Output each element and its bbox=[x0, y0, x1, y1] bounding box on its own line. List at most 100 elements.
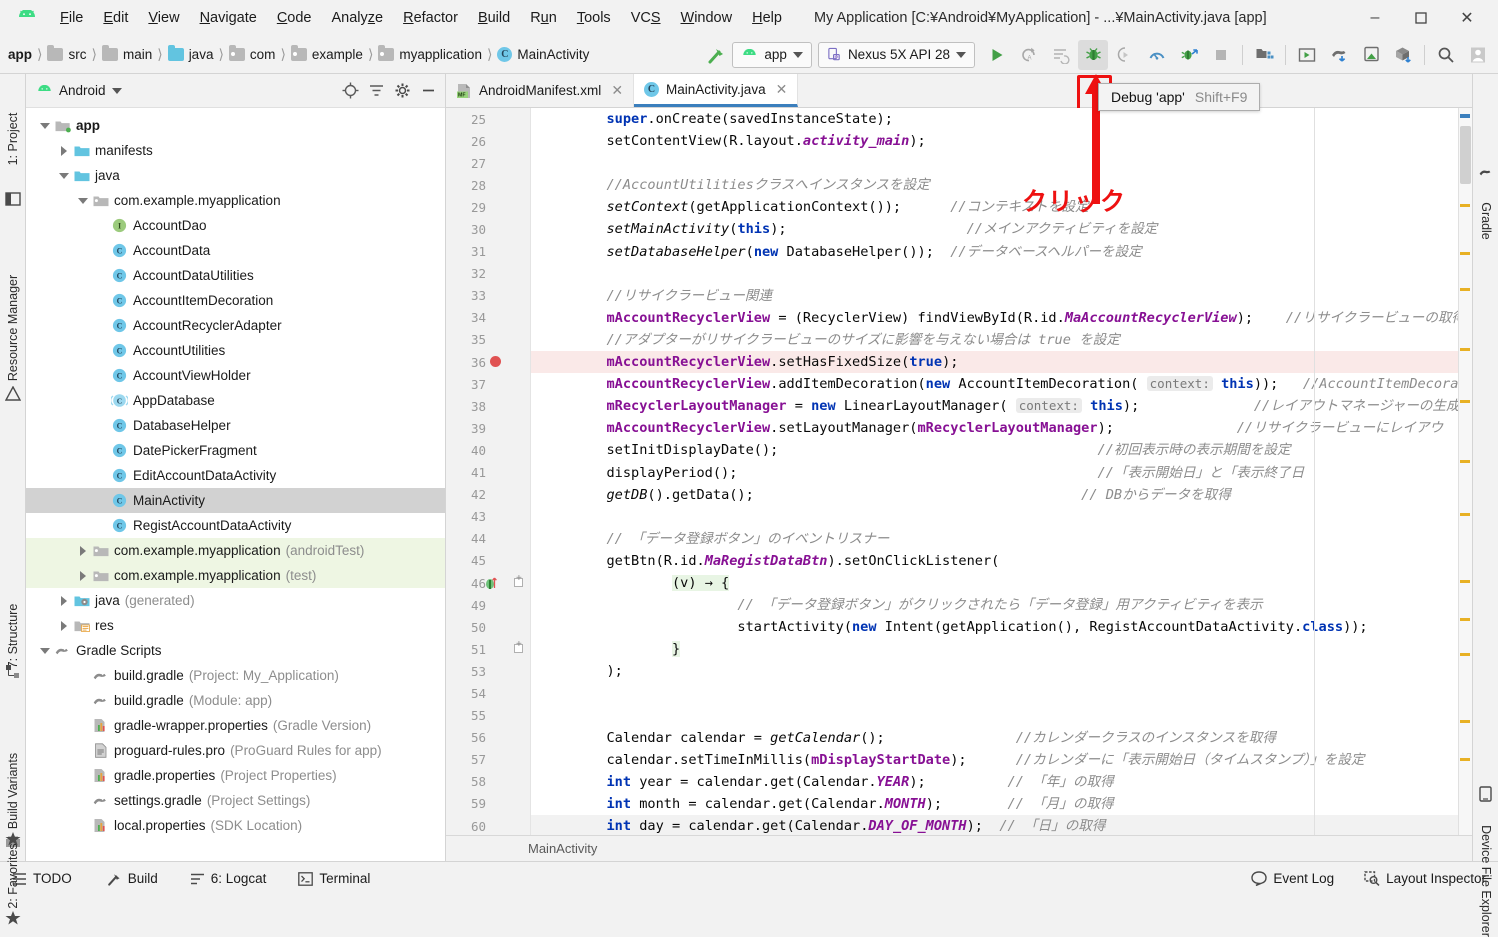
error-stripe-markers[interactable] bbox=[1458, 108, 1472, 835]
tree-item-databasehelper[interactable]: C DatabaseHelper bbox=[26, 413, 445, 438]
code-editor[interactable]: 25 26 27 28 29 30 31 32 33 34 35 36 37 38 39 40 41 42 43 44… bbox=[446, 108, 1472, 835]
tree-item-proguard-rules-pro[interactable]: proguard-rules.pro (ProGuard Rules for ap… bbox=[26, 738, 445, 763]
code-content[interactable]: super.onCreate(savedInstanceState); setC… bbox=[530, 108, 1458, 835]
gutter-line[interactable]: 55 bbox=[446, 705, 530, 727]
tree-item-gradle-properties[interactable]: gradle.properties (Project Properties) bbox=[26, 763, 445, 788]
code-fold-toggle[interactable] bbox=[514, 574, 523, 587]
gutter-line[interactable]: 35 bbox=[446, 329, 530, 351]
breadcrumb[interactable]: app ⟩ src ⟩ main ⟩ java ⟩ com ⟩ example … bbox=[0, 45, 589, 63]
hide-panel-button[interactable] bbox=[417, 80, 439, 102]
maximize-button[interactable] bbox=[1398, 0, 1444, 36]
gutter-line[interactable]: 27 bbox=[446, 152, 530, 174]
menu-item-vcs[interactable]: VCS bbox=[621, 7, 671, 29]
tree-item-manifests[interactable]: manifests bbox=[26, 138, 445, 163]
sdk-manager-button[interactable] bbox=[1249, 40, 1279, 70]
search-everywhere-button[interactable] bbox=[1431, 40, 1461, 70]
code-line[interactable]: startActivity(new Intent(getApplication(… bbox=[531, 616, 1458, 638]
status-terminal[interactable]: Terminal bbox=[298, 871, 370, 886]
chevron-right-icon[interactable] bbox=[57, 144, 71, 158]
code-line[interactable]: int month = calendar.get(Calendar.MONTH)… bbox=[531, 793, 1458, 815]
code-line[interactable]: // 「データ登録ボタン」のイベントリスナー bbox=[531, 528, 1458, 550]
project-view-selector[interactable]: Android bbox=[36, 83, 122, 98]
favorites-star-icon-bottom[interactable] bbox=[5, 831, 21, 847]
gutter-line[interactable]: 54 bbox=[446, 682, 530, 704]
tool-window-structure[interactable]: 7: Structure bbox=[6, 604, 20, 669]
tab-mainactivity-java[interactable]: C MainActivity.java ✕ bbox=[634, 74, 799, 107]
code-line[interactable]: int year = calendar.get(Calendar.YEAR); … bbox=[531, 771, 1458, 793]
code-line[interactable]: setContext(getApplicationContext()); //コ… bbox=[531, 196, 1458, 218]
menu-item-view[interactable]: View bbox=[138, 7, 189, 29]
gutter-line[interactable]: 41 bbox=[446, 462, 530, 484]
lambda-marker-icon[interactable] bbox=[485, 576, 498, 591]
code-line[interactable]: displayPeriod(); //「表示開始日」と「表示終了日 bbox=[531, 462, 1458, 484]
chevron-right-icon[interactable] bbox=[76, 569, 90, 583]
gutter-line[interactable]: 34 bbox=[446, 307, 530, 329]
breadcrumb-item-java[interactable]: java ⟩ bbox=[167, 45, 229, 63]
code-line[interactable] bbox=[531, 152, 1458, 174]
code-line[interactable]: //アダプターがリサイクラービューのサイズに影響を与えない場合は true を設… bbox=[531, 329, 1458, 351]
minimize-button[interactable]: – bbox=[1352, 0, 1398, 36]
menu-item-code[interactable]: Code bbox=[267, 7, 322, 29]
gutter-line[interactable]: 44 bbox=[446, 528, 530, 550]
code-line[interactable]: mAccountRecyclerView.addItemDecoration(n… bbox=[531, 373, 1458, 395]
status-logcat[interactable]: 6: Logcat bbox=[190, 871, 266, 886]
stop-debug-button[interactable] bbox=[1174, 40, 1204, 70]
menu-item-edit[interactable]: Edit bbox=[93, 7, 138, 29]
gutter-line[interactable]: 45 bbox=[446, 550, 530, 572]
close-button[interactable]: ✕ bbox=[1444, 0, 1490, 36]
editor-gutter[interactable]: 25 26 27 28 29 30 31 32 33 34 35 36 37 38 39 40 41 42 43 44… bbox=[446, 108, 530, 835]
breadcrumb-item-example[interactable]: example ⟩ bbox=[290, 45, 379, 63]
status-event-log[interactable]: Event Log bbox=[1251, 871, 1334, 886]
tree-item-java[interactable]: java (generated) bbox=[26, 588, 445, 613]
gutter-line[interactable]: 36 bbox=[446, 351, 530, 373]
breadcrumb-item-src[interactable]: src ⟩ bbox=[47, 45, 101, 63]
gutter-line[interactable]: 60 bbox=[446, 815, 530, 835]
chevron-right-icon[interactable] bbox=[57, 619, 71, 633]
code-line[interactable]: mAccountRecyclerView.setHasFixedSize(tru… bbox=[531, 351, 1458, 374]
gutter-line[interactable]: 49 bbox=[446, 594, 530, 616]
breadcrumb-item-app[interactable]: app ⟩ bbox=[8, 46, 47, 63]
code-line[interactable]: setDatabaseHelper(new DatabaseHelper());… bbox=[531, 241, 1458, 263]
tree-item-accountdata[interactable]: C AccountData bbox=[26, 238, 445, 263]
gutter-line[interactable]: 25 bbox=[446, 108, 530, 130]
project-structure-button[interactable] bbox=[1388, 40, 1418, 70]
run-configuration-selector[interactable]: app bbox=[732, 41, 812, 68]
tree-item-accountitemdecoration[interactable]: C AccountItemDecoration bbox=[26, 288, 445, 313]
code-line[interactable]: Calendar calendar = getCalendar(); //カレン… bbox=[531, 727, 1458, 749]
gutter-line[interactable]: 29 bbox=[446, 196, 530, 218]
menu-item-run[interactable]: Run bbox=[520, 7, 567, 29]
menu-item-file[interactable]: FFileile bbox=[50, 7, 93, 29]
close-icon[interactable]: ✕ bbox=[776, 81, 788, 98]
tree-item-accountrecycleradapter[interactable]: C AccountRecyclerAdapter bbox=[26, 313, 445, 338]
code-line[interactable]: mAccountRecyclerView.setLayoutManager(mR… bbox=[531, 417, 1458, 439]
code-line[interactable]: calendar.setTimeInMillis(mDisplayStartDa… bbox=[531, 749, 1458, 771]
profiler-button[interactable] bbox=[1142, 40, 1172, 70]
run-button[interactable] bbox=[982, 40, 1012, 70]
code-line[interactable]: super.onCreate(savedInstanceState); bbox=[531, 108, 1458, 130]
device-selector[interactable]: Nexus 5X API 28 bbox=[817, 41, 975, 68]
tree-item-appdatabase[interactable]: C AppDatabase bbox=[26, 388, 445, 413]
tool-window-gradle[interactable]: Gradle bbox=[1479, 202, 1493, 240]
code-line[interactable]: setMainActivity(this); //メインアクティビティを設定 bbox=[531, 218, 1458, 240]
tree-item-local-properties[interactable]: local.properties (SDK Location) bbox=[26, 813, 445, 838]
menu-item-refactor[interactable]: Refactor bbox=[393, 7, 468, 29]
gutter-line[interactable]: 40 bbox=[446, 439, 530, 461]
gutter-line[interactable]: 57 bbox=[446, 749, 530, 771]
gutter-line[interactable]: 59 bbox=[446, 793, 530, 815]
tool-window-project[interactable]: 1: Project bbox=[6, 113, 20, 166]
gutter-line[interactable]: 30 bbox=[446, 218, 530, 240]
breadcrumb-item-main[interactable]: main ⟩ bbox=[101, 45, 168, 63]
tool-window-device-file-explorer[interactable]: Device File Explorer bbox=[1479, 825, 1493, 937]
tree-item-accountviewholder[interactable]: C AccountViewHolder bbox=[26, 363, 445, 388]
gutter-line[interactable]: 58 bbox=[446, 771, 530, 793]
rerun-button[interactable]: A bbox=[1014, 40, 1044, 70]
chevron-down-icon[interactable] bbox=[76, 194, 90, 208]
tool-window-resource-manager[interactable]: Resource Manager bbox=[6, 275, 20, 381]
status-build[interactable]: Build bbox=[106, 871, 158, 887]
tool-window-build-variants[interactable]: Build Variants bbox=[6, 753, 20, 829]
avd-manager-button[interactable] bbox=[1292, 40, 1322, 70]
code-line[interactable]: //AccountUtilitiesクラスへインスタンスを設定 bbox=[531, 174, 1458, 196]
breakpoint-icon[interactable] bbox=[490, 356, 501, 368]
code-line[interactable] bbox=[531, 263, 1458, 285]
editor-scrollbar-thumb[interactable] bbox=[1460, 126, 1471, 184]
